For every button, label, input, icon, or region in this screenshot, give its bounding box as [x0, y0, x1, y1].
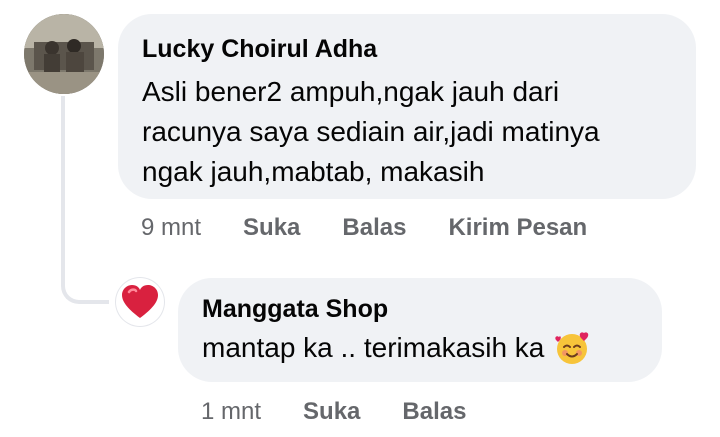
- avatar[interactable]: [24, 14, 104, 94]
- reply-author[interactable]: Manggata Shop: [202, 294, 638, 324]
- smiling-face-with-hearts-icon: [554, 330, 590, 366]
- reply-button[interactable]: Balas: [342, 214, 406, 242]
- comment-text: Asli bener2 ampuh,ngak jauh dari racunya…: [142, 76, 600, 187]
- reply-actions: 1 mnt Suka Balas: [201, 398, 508, 426]
- comment-timestamp[interactable]: 9 mnt: [141, 214, 201, 242]
- comment-bubble: Lucky Choirul Adha Asli bener2 ampuh,nga…: [118, 14, 696, 199]
- reply-like-button[interactable]: Suka: [303, 398, 360, 426]
- user-photo-icon: [24, 14, 104, 94]
- reply-bubble: Manggata Shop mantap ka .. terimakasih k…: [178, 278, 662, 382]
- comment-actions: 9 mnt Suka Balas Kirim Pesan: [141, 214, 629, 242]
- reply-avatar[interactable]: [116, 278, 164, 326]
- comment-author[interactable]: Lucky Choirul Adha: [142, 34, 672, 64]
- thread-connector-line: [61, 96, 109, 304]
- reply-timestamp[interactable]: 1 mnt: [201, 398, 261, 426]
- reply-text-row: mantap ka .. terimakasih ka: [202, 328, 638, 368]
- send-message-button[interactable]: Kirim Pesan: [448, 214, 587, 242]
- reply-text: mantap ka .. terimakasih ka: [202, 332, 545, 363]
- reply-reply-button[interactable]: Balas: [402, 398, 466, 426]
- red-heart-icon: [122, 285, 158, 318]
- like-button[interactable]: Suka: [243, 214, 300, 242]
